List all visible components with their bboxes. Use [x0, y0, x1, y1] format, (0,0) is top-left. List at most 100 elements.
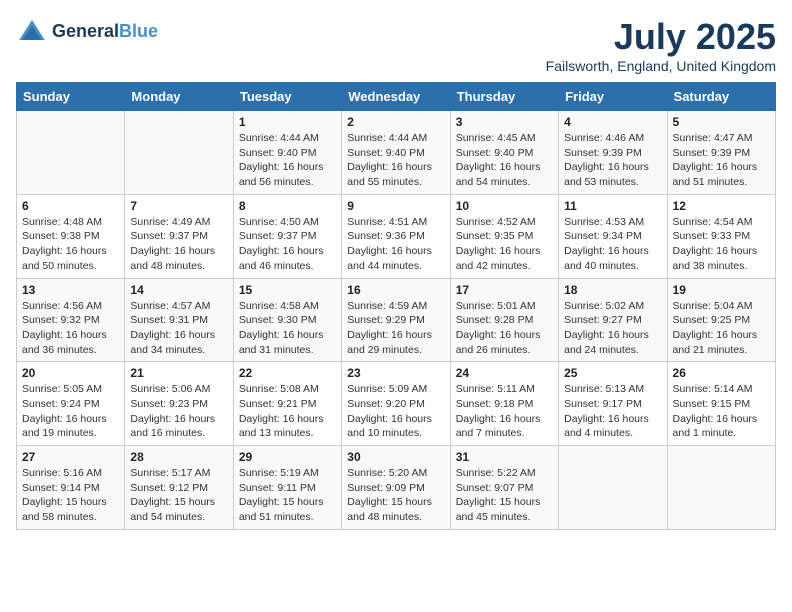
day-cell [559, 446, 667, 530]
day-number: 29 [239, 450, 336, 464]
day-info: Sunrise: 4:56 AMSunset: 9:32 PMDaylight:… [22, 299, 119, 358]
day-cell: 22Sunrise: 5:08 AMSunset: 9:21 PMDayligh… [233, 362, 341, 446]
day-number: 30 [347, 450, 444, 464]
header-cell-friday: Friday [559, 83, 667, 111]
day-info: Sunrise: 4:45 AMSunset: 9:40 PMDaylight:… [456, 131, 553, 190]
day-number: 13 [22, 283, 119, 297]
day-cell: 14 Sunrise: 4:57 AMSunset: 9:31 PMDayligh… [125, 278, 233, 362]
day-info: Sunrise: 5:17 AMSunset: 9:12 PMDaylight:… [130, 466, 227, 525]
day-number: 12 [673, 199, 770, 213]
day-number: 21 [130, 366, 227, 380]
day-number: 18 [564, 283, 661, 297]
day-cell: 11Sunrise: 4:53 AMSunset: 9:34 PMDayligh… [559, 194, 667, 278]
day-info: Sunrise: 4:52 AMSunset: 9:35 PMDaylight:… [456, 215, 553, 274]
day-cell: 15 Sunrise: 4:58 AMSunset: 9:30 PMDayligh… [233, 278, 341, 362]
day-cell: 16 Sunrise: 4:59 AMSunset: 9:29 PMDayligh… [342, 278, 450, 362]
logo: GeneralBlue [16, 16, 158, 48]
day-cell: 4 Sunrise: 4:46 AMSunset: 9:39 PMDaylight… [559, 111, 667, 195]
day-cell: 10 Sunrise: 4:52 AMSunset: 9:35 PMDayligh… [450, 194, 558, 278]
logo-text: GeneralBlue [52, 22, 158, 42]
header-row: SundayMondayTuesdayWednesdayThursdayFrid… [17, 83, 776, 111]
calendar-table: SundayMondayTuesdayWednesdayThursdayFrid… [16, 82, 776, 530]
day-number: 25 [564, 366, 661, 380]
day-cell: 18 Sunrise: 5:02 AMSunset: 9:27 PMDayligh… [559, 278, 667, 362]
day-info: Sunrise: 5:13 AMSunset: 9:17 PMDaylight:… [564, 382, 661, 441]
day-number: 7 [130, 199, 227, 213]
day-cell: 26 Sunrise: 5:14 AMSunset: 9:15 PMDayligh… [667, 362, 775, 446]
header-cell-saturday: Saturday [667, 83, 775, 111]
day-number: 4 [564, 115, 661, 129]
day-info: Sunrise: 4:44 AMSunset: 9:40 PMDaylight:… [347, 131, 444, 190]
week-row-5: 27 Sunrise: 5:16 AMSunset: 9:14 PMDayligh… [17, 446, 776, 530]
title-block: July 2025 Failsworth, England, United Ki… [546, 16, 776, 74]
day-cell: 21 Sunrise: 5:06 AMSunset: 9:23 PMDayligh… [125, 362, 233, 446]
header-cell-tuesday: Tuesday [233, 83, 341, 111]
day-info: Sunrise: 4:49 AMSunset: 9:37 PMDaylight:… [130, 215, 227, 274]
day-info: Sunrise: 5:09 AMSunset: 9:20 PMDaylight:… [347, 382, 444, 441]
day-cell: 5 Sunrise: 4:47 AMSunset: 9:39 PMDaylight… [667, 111, 775, 195]
day-number: 28 [130, 450, 227, 464]
day-cell: 29Sunrise: 5:19 AMSunset: 9:11 PMDayligh… [233, 446, 341, 530]
day-number: 27 [22, 450, 119, 464]
day-cell [667, 446, 775, 530]
location-subtitle: Failsworth, England, United Kingdom [546, 58, 776, 74]
day-info: Sunrise: 4:58 AMSunset: 9:30 PMDaylight:… [239, 299, 336, 358]
header-cell-monday: Monday [125, 83, 233, 111]
header-cell-thursday: Thursday [450, 83, 558, 111]
month-title: July 2025 [546, 16, 776, 58]
day-number: 24 [456, 366, 553, 380]
day-cell: 31 Sunrise: 5:22 AMSunset: 9:07 PMDayligh… [450, 446, 558, 530]
day-info: Sunrise: 5:16 AMSunset: 9:14 PMDaylight:… [22, 466, 119, 525]
header-cell-wednesday: Wednesday [342, 83, 450, 111]
day-cell: 27 Sunrise: 5:16 AMSunset: 9:14 PMDayligh… [17, 446, 125, 530]
day-number: 20 [22, 366, 119, 380]
day-number: 2 [347, 115, 444, 129]
day-cell: 3 Sunrise: 4:45 AMSunset: 9:40 PMDaylight… [450, 111, 558, 195]
day-info: Sunrise: 4:59 AMSunset: 9:29 PMDaylight:… [347, 299, 444, 358]
day-info: Sunrise: 5:04 AMSunset: 9:25 PMDaylight:… [673, 299, 770, 358]
day-info: Sunrise: 4:53 AMSunset: 9:34 PMDaylight:… [564, 215, 661, 274]
day-cell: 8 Sunrise: 4:50 AMSunset: 9:37 PMDaylight… [233, 194, 341, 278]
day-number: 8 [239, 199, 336, 213]
day-info: Sunrise: 4:50 AMSunset: 9:37 PMDaylight:… [239, 215, 336, 274]
day-cell: 17 Sunrise: 5:01 AMSunset: 9:28 PMDayligh… [450, 278, 558, 362]
day-cell: 30 Sunrise: 5:20 AMSunset: 9:09 PMDayligh… [342, 446, 450, 530]
week-row-3: 13 Sunrise: 4:56 AMSunset: 9:32 PMDayligh… [17, 278, 776, 362]
day-number: 26 [673, 366, 770, 380]
day-number: 3 [456, 115, 553, 129]
day-info: Sunrise: 5:20 AMSunset: 9:09 PMDaylight:… [347, 466, 444, 525]
day-info: Sunrise: 4:57 AMSunset: 9:31 PMDaylight:… [130, 299, 227, 358]
day-cell: 19Sunrise: 5:04 AMSunset: 9:25 PMDayligh… [667, 278, 775, 362]
day-info: Sunrise: 4:44 AMSunset: 9:40 PMDaylight:… [239, 131, 336, 190]
day-number: 17 [456, 283, 553, 297]
day-info: Sunrise: 5:06 AMSunset: 9:23 PMDaylight:… [130, 382, 227, 441]
day-info: Sunrise: 5:11 AMSunset: 9:18 PMDaylight:… [456, 382, 553, 441]
day-cell: 24 Sunrise: 5:11 AMSunset: 9:18 PMDayligh… [450, 362, 558, 446]
day-cell: 6 Sunrise: 4:48 AMSunset: 9:38 PMDaylight… [17, 194, 125, 278]
day-number: 5 [673, 115, 770, 129]
day-info: Sunrise: 5:01 AMSunset: 9:28 PMDaylight:… [456, 299, 553, 358]
day-cell [125, 111, 233, 195]
day-cell: 25 Sunrise: 5:13 AMSunset: 9:17 PMDayligh… [559, 362, 667, 446]
day-info: Sunrise: 5:14 AMSunset: 9:15 PMDaylight:… [673, 382, 770, 441]
day-info: Sunrise: 4:48 AMSunset: 9:38 PMDaylight:… [22, 215, 119, 274]
day-info: Sunrise: 5:02 AMSunset: 9:27 PMDaylight:… [564, 299, 661, 358]
day-cell: 23Sunrise: 5:09 AMSunset: 9:20 PMDayligh… [342, 362, 450, 446]
day-info: Sunrise: 4:46 AMSunset: 9:39 PMDaylight:… [564, 131, 661, 190]
week-row-1: 1Sunrise: 4:44 AMSunset: 9:40 PMDaylight… [17, 111, 776, 195]
day-number: 10 [456, 199, 553, 213]
day-number: 22 [239, 366, 336, 380]
day-number: 15 [239, 283, 336, 297]
logo-icon [16, 16, 48, 48]
day-number: 16 [347, 283, 444, 297]
day-number: 31 [456, 450, 553, 464]
week-row-4: 20Sunrise: 5:05 AMSunset: 9:24 PMDayligh… [17, 362, 776, 446]
header-cell-sunday: Sunday [17, 83, 125, 111]
day-info: Sunrise: 5:22 AMSunset: 9:07 PMDaylight:… [456, 466, 553, 525]
day-info: Sunrise: 4:47 AMSunset: 9:39 PMDaylight:… [673, 131, 770, 190]
day-cell: 1Sunrise: 4:44 AMSunset: 9:40 PMDaylight… [233, 111, 341, 195]
day-number: 6 [22, 199, 119, 213]
day-cell: 12Sunrise: 4:54 AMSunset: 9:33 PMDayligh… [667, 194, 775, 278]
day-cell: 13 Sunrise: 4:56 AMSunset: 9:32 PMDayligh… [17, 278, 125, 362]
day-number: 14 [130, 283, 227, 297]
